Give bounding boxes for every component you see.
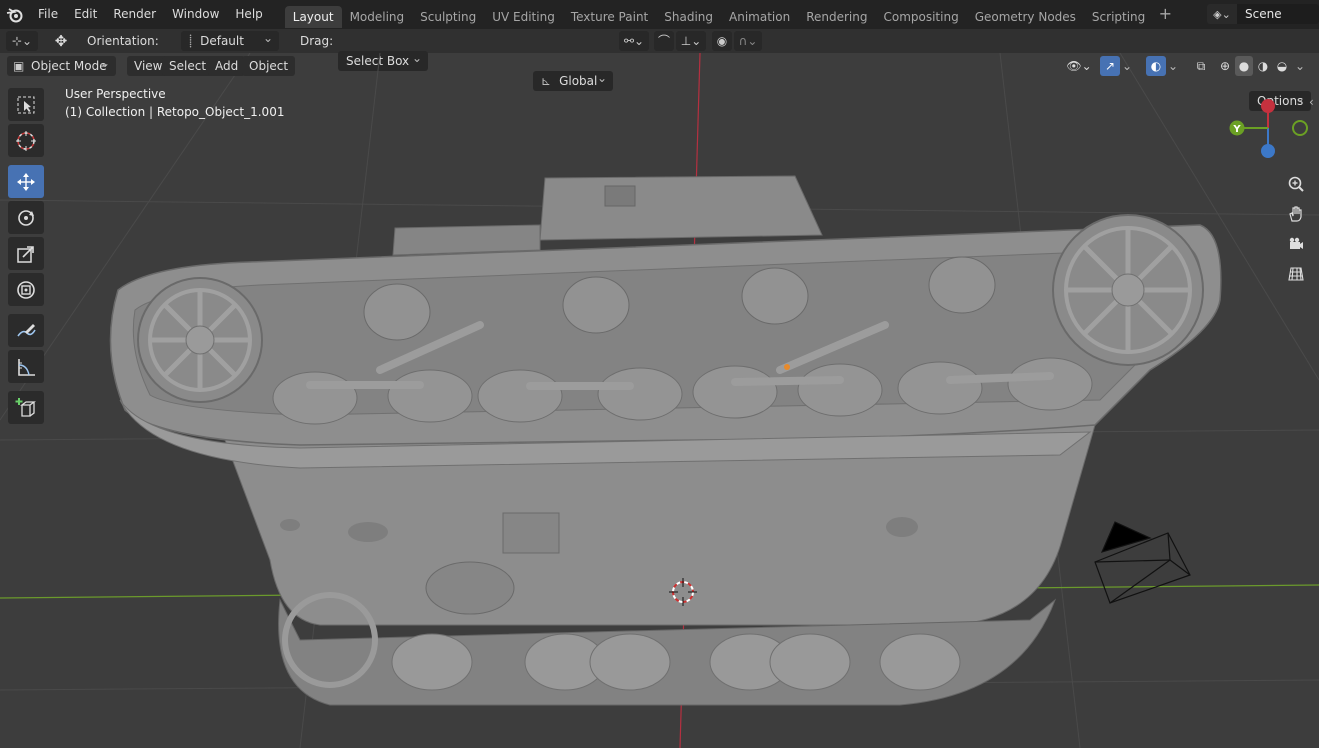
- menu-file[interactable]: File: [30, 0, 66, 29]
- tab-rendering[interactable]: Rendering: [798, 6, 875, 28]
- viewport-collection-info: (1) Collection | Retopo_Object_1.001: [65, 105, 285, 119]
- snap-target-icon[interactable]: ⊥⌄: [676, 31, 706, 51]
- annotate-icon[interactable]: [8, 314, 44, 347]
- drag-label: Drag:: [300, 34, 334, 48]
- falloff-icon[interactable]: ∩⌄: [734, 31, 762, 51]
- pivot-point-icon[interactable]: ⚯⌄: [619, 31, 649, 51]
- shading-dropdown-icon[interactable]: ⌄: [1295, 56, 1309, 76]
- camera-icon[interactable]: [1283, 231, 1309, 257]
- snap-mode-icon[interactable]: ⊹⌄: [6, 31, 38, 51]
- object-mode-icon: ▣: [13, 59, 25, 73]
- camera-object: [1094, 521, 1191, 604]
- move-icon[interactable]: [8, 165, 44, 198]
- mode-value: Object Mode: [31, 59, 107, 73]
- sidebar-toggle-icon[interactable]: ‹: [1309, 95, 1314, 109]
- tab-uv-editing[interactable]: UV Editing: [484, 6, 563, 28]
- viewport-perspective-label: User Perspective: [65, 87, 166, 101]
- visibility-icon[interactable]: 👁⌄: [1063, 56, 1095, 76]
- orientation-icon: ⸽: [189, 34, 193, 48]
- move-tool-icon: ✥: [54, 32, 68, 50]
- mode-dropdown[interactable]: ▣ Object Mode: [7, 53, 116, 76]
- select-box-icon[interactable]: [8, 88, 44, 121]
- tab-texture-paint[interactable]: Texture Paint: [563, 6, 656, 28]
- tab-scripting[interactable]: Scripting: [1084, 6, 1153, 28]
- wireframe-shading-icon[interactable]: ⊕: [1216, 56, 1234, 76]
- menu-object[interactable]: Object: [242, 56, 296, 76]
- material-shading-icon[interactable]: ◑: [1254, 56, 1272, 76]
- gizmo-z-axis: [1261, 144, 1275, 158]
- tank-model: [109, 175, 1222, 706]
- transform-icon[interactable]: [8, 273, 44, 306]
- tab-sculpting[interactable]: Sculpting: [412, 6, 484, 28]
- tab-animation[interactable]: Animation: [721, 6, 798, 28]
- object-origin: [784, 364, 790, 370]
- tab-modeling[interactable]: Modeling: [342, 6, 413, 28]
- 3d-viewport[interactable]: ▣Object Mode View Select Add Object 👁⌄ ↗…: [0, 53, 1319, 748]
- scale-icon[interactable]: [8, 237, 44, 270]
- snap-toggle-icon[interactable]: ⌒: [654, 31, 674, 51]
- grid-icon[interactable]: [1283, 261, 1309, 287]
- menu-add[interactable]: Add: [208, 56, 246, 76]
- overlays-dropdown-icon[interactable]: ⌄: [1168, 56, 1182, 76]
- tool-shelf: [8, 88, 46, 427]
- blender-logo-icon[interactable]: [0, 0, 30, 29]
- viewport-header: ▣Object Mode View Select Add Object 👁⌄ ↗…: [0, 53, 1319, 79]
- scene-selector: ◈⌄ Scene: [1207, 4, 1319, 24]
- orientation-value: Default: [200, 34, 244, 48]
- zoom-icon[interactable]: [1283, 171, 1309, 197]
- tab-shading[interactable]: Shading: [656, 6, 721, 28]
- menu-edit[interactable]: Edit: [66, 0, 105, 29]
- overlays-toggle-icon[interactable]: ◐: [1146, 56, 1166, 76]
- scene-icon[interactable]: ◈⌄: [1207, 4, 1237, 24]
- gizmo-y-label: Y: [1232, 124, 1241, 135]
- gizmo-dropdown-icon[interactable]: ⌄: [1122, 56, 1136, 76]
- tool-settings-header: ⊹⌄ ✥ Orientation: ⸽Default Drag: Select …: [0, 28, 1319, 111]
- navigation-gizmo[interactable]: Y: [1222, 93, 1314, 165]
- measure-icon[interactable]: [8, 350, 44, 383]
- hand-icon[interactable]: [1283, 201, 1309, 227]
- gizmo-neg-y-axis: [1292, 120, 1308, 136]
- add-cube-icon[interactable]: [8, 391, 44, 424]
- proportional-edit-icon[interactable]: ◉: [712, 31, 732, 51]
- viewport-scene: [0, 53, 1319, 748]
- gizmo-toggle-icon[interactable]: ↗: [1100, 56, 1120, 76]
- menu-render[interactable]: Render: [105, 0, 164, 29]
- tab-compositing[interactable]: Compositing: [875, 6, 966, 28]
- menu-help[interactable]: Help: [227, 0, 270, 29]
- tab-layout[interactable]: Layout: [284, 5, 342, 28]
- orientation-dropdown[interactable]: ⸽ Default: [181, 28, 279, 51]
- orientation-label: Orientation:: [87, 34, 159, 48]
- solid-shading-icon[interactable]: ●: [1235, 56, 1253, 76]
- menu-select[interactable]: Select: [162, 56, 214, 76]
- xray-toggle-icon[interactable]: ⧉: [1191, 56, 1211, 76]
- gizmo-x-axis: [1261, 99, 1275, 113]
- scene-name-field[interactable]: Scene: [1237, 4, 1319, 24]
- add-workspace-button[interactable]: +: [1155, 4, 1175, 25]
- tab-geometry-nodes[interactable]: Geometry Nodes: [967, 6, 1084, 28]
- rotate-icon[interactable]: [8, 201, 44, 234]
- top-menu-bar: File Edit Render Window Help Layout Mode…: [0, 0, 1319, 29]
- menu-window[interactable]: Window: [164, 0, 227, 29]
- workspace-tabs: Layout Modeling Sculpting UV Editing Tex…: [284, 0, 1176, 29]
- cursor-icon[interactable]: [8, 124, 44, 157]
- rendered-shading-icon[interactable]: ◒: [1273, 56, 1291, 76]
